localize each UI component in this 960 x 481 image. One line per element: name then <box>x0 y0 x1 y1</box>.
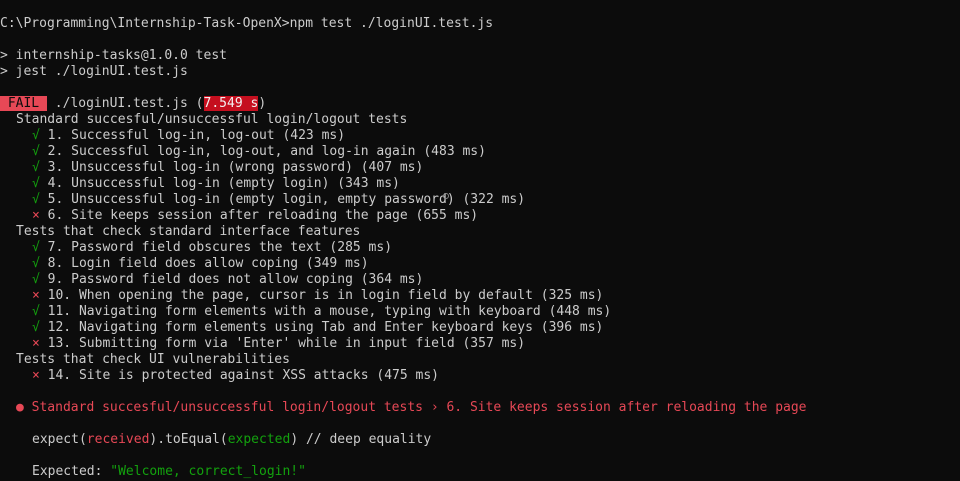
pass-check-icon: √ <box>32 192 40 207</box>
test-case-text: 13. Submitting form via 'Enter' while in… <box>47 336 526 351</box>
test-case-row: √ 11. Navigating form elements with a mo… <box>32 304 611 320</box>
test-case-text: 6. Site keeps session after reloading th… <box>47 208 479 223</box>
expected-label: Expected: <box>32 464 111 479</box>
expected-string: "Welcome, correct_login!" <box>110 464 306 479</box>
test-duration: 7.549 s <box>203 96 259 111</box>
expect-line: expect(received).toEqual(expected) // de… <box>32 432 432 447</box>
test-case-text: 8. Login field does allow coping (349 ms… <box>47 256 369 271</box>
test-file-name: ./loginUI.test.js ( <box>46 96 204 111</box>
pass-check-icon: √ <box>32 128 40 143</box>
test-case-row: √ 8. Login field does allow coping (349 … <box>32 256 369 272</box>
pass-check-icon: √ <box>32 176 40 191</box>
test-case-text: 7. Password field obscures the text (285… <box>47 240 393 255</box>
test-case-text: 2. Successful log-in, log-out, and log-i… <box>47 144 486 159</box>
test-case-text: 9. Password field does not allow coping … <box>47 272 424 287</box>
suite-title: Standard succesful/unsuccessful login/lo… <box>16 112 408 127</box>
pass-check-icon: √ <box>32 272 40 287</box>
test-case-text: 5. Unsuccessful log-in (empty login, emp… <box>47 192 526 207</box>
fail-badge: FAIL <box>0 96 47 111</box>
pass-check-icon: √ <box>32 256 40 271</box>
test-case-row: √ 4. Unsuccessful log-in (empty login) (… <box>32 176 400 192</box>
error-heading: ● Standard succesful/unsuccessful login/… <box>16 400 807 416</box>
test-case-row: × 6. Site keeps session after reloading … <box>32 208 478 224</box>
pass-check-icon: √ <box>32 320 40 335</box>
pass-check-icon: √ <box>32 240 40 255</box>
suite-title: Tests that check UI vulnerabilities <box>16 352 290 367</box>
test-case-row: √ 1. Successful log-in, log-out (423 ms) <box>32 128 345 144</box>
npm-command-line: > jest ./loginUI.test.js <box>0 64 188 79</box>
error-bullet-icon: ● <box>16 400 24 415</box>
test-case-text: 14. Site is protected against XSS attack… <box>47 368 439 383</box>
pass-check-icon: √ <box>32 144 40 159</box>
test-case-row: √ 2. Successful log-in, log-out, and log… <box>32 144 486 160</box>
test-case-text: 4. Unsuccessful log-in (empty login) (34… <box>47 176 400 191</box>
fail-cross-icon: × <box>32 336 40 351</box>
error-heading-text: Standard succesful/unsuccessful login/lo… <box>31 400 807 415</box>
test-duration-close: ) <box>258 96 267 111</box>
suite-title: Tests that check standard interface feat… <box>16 224 361 239</box>
test-case-text: 10. When opening the page, cursor is in … <box>47 288 604 303</box>
test-case-row: × 13. Submitting form via 'Enter' while … <box>32 336 525 352</box>
test-case-text: 3. Unsuccessful log-in (wrong password) … <box>47 160 424 175</box>
test-case-row: √ 9. Password field does not allow copin… <box>32 272 423 288</box>
test-case-row: √ 7. Password field obscures the text (2… <box>32 240 392 256</box>
command-prompt-line: C:\Programming\Internship-Task-OpenX>npm… <box>0 16 494 31</box>
terminal-window[interactable]: C:\Programming\Internship-Task-OpenX>npm… <box>0 0 960 481</box>
test-case-row: √ 5. Unsuccessful log-in (empty login, e… <box>32 192 525 208</box>
test-case-text: 1. Successful log-in, log-out (423 ms) <box>47 128 346 143</box>
fail-cross-icon: × <box>32 368 40 383</box>
npm-script-line: > internship-tasks@1.0.0 test <box>0 48 227 63</box>
test-case-text: 11. Navigating form elements with a mous… <box>47 304 612 319</box>
mouse-cursor-icon <box>443 193 449 199</box>
test-case-row: × 10. When opening the page, cursor is i… <box>32 288 603 304</box>
fail-cross-icon: × <box>32 208 40 223</box>
test-case-text: 12. Navigating form elements using Tab a… <box>47 320 604 335</box>
received-token: received <box>86 432 150 447</box>
test-result-line: FAIL ./loginUI.test.js (7.549 s) <box>0 96 266 112</box>
pass-check-icon: √ <box>32 160 40 175</box>
expected-token: expected <box>227 432 291 447</box>
expected-value-line: Expected: "Welcome, correct_login!" <box>32 464 306 480</box>
test-case-row: √ 3. Unsuccessful log-in (wrong password… <box>32 160 423 176</box>
pass-check-icon: √ <box>32 304 40 319</box>
test-case-row: √ 12. Navigating form elements using Tab… <box>32 320 603 336</box>
fail-cross-icon: × <box>32 288 40 303</box>
test-case-row: × 14. Site is protected against XSS atta… <box>32 368 439 384</box>
